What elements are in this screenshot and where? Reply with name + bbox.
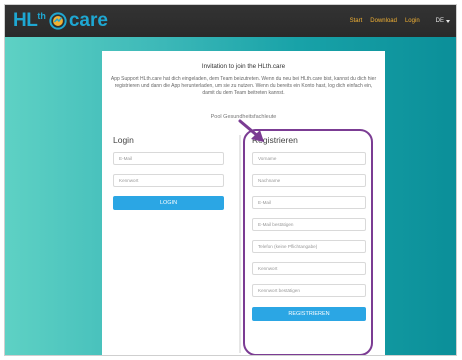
intro-text: App Support HLth.care hat dich eingelade…: [110, 76, 377, 97]
nav-link-start[interactable]: Start: [350, 18, 363, 24]
arrow-pointer-icon: [238, 119, 264, 142]
language-label: DE: [435, 18, 444, 24]
page-background: Invitation to join the HLth.care App Sup…: [5, 37, 456, 355]
nav-link-login[interactable]: Login: [405, 18, 420, 24]
logo-hl-text: HL: [13, 10, 38, 31]
login-password-input[interactable]: Kennwort: [113, 174, 224, 187]
column-divider: [239, 135, 241, 353]
invitation-card: Invitation to join the HLth.care App Sup…: [102, 51, 385, 355]
hlth-care-logo[interactable]: HL th care: [13, 10, 108, 32]
logo-mark-icon: [49, 12, 67, 30]
caret-down-icon: [446, 19, 450, 23]
language-selector[interactable]: DE: [436, 18, 450, 24]
main-nav: Start Download Login DE: [350, 5, 450, 37]
browser-frame: HL th care Start Download Login DE Invit…: [4, 4, 457, 356]
login-email-input[interactable]: E-Mail: [113, 152, 224, 165]
top-navbar: HL th care Start Download Login DE: [5, 5, 456, 37]
register-highlight-outline: [243, 129, 373, 355]
page-title: Invitation to join the HLth.care: [201, 63, 286, 70]
logo-care-text: care: [68, 10, 108, 31]
login-button[interactable]: LOGIN: [113, 196, 224, 210]
logo-th-text: th: [37, 11, 46, 21]
nav-link-download[interactable]: Download: [370, 18, 397, 24]
login-heading: Login: [113, 135, 134, 145]
